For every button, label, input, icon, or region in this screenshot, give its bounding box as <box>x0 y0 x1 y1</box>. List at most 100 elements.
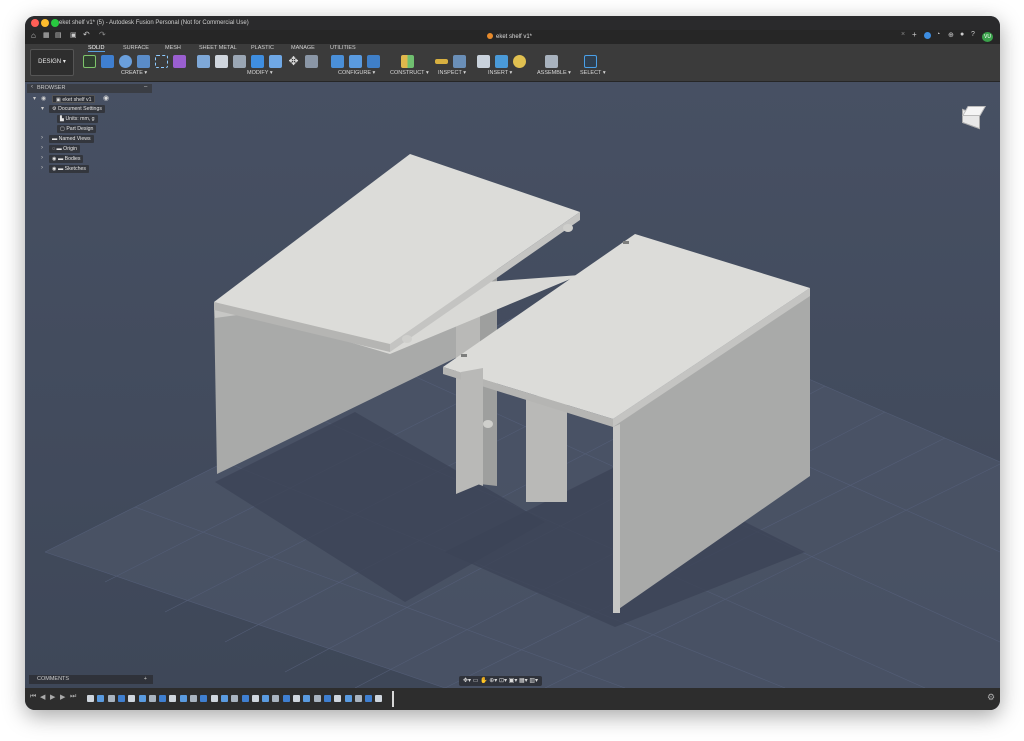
expand-bodies-icon[interactable]: › <box>41 155 43 161</box>
configure-menu[interactable]: CONFIGURE ▾ <box>338 70 375 76</box>
timeline-feature-icon[interactable] <box>107 695 115 702</box>
configure-rule-icon[interactable] <box>349 55 362 68</box>
orbit-icon[interactable]: ✥▾ <box>463 678 471 684</box>
browser-item-sketches[interactable]: ◉ ▬ Sketches <box>49 165 89 173</box>
visibility-eye-icon[interactable]: ◉ <box>41 95 46 102</box>
expand-sketches-icon[interactable]: › <box>41 165 43 171</box>
timeline-feature-icon[interactable] <box>87 695 94 702</box>
shell-icon[interactable] <box>233 55 246 68</box>
minimize-window-button[interactable] <box>41 19 49 27</box>
timeline-feature-icon[interactable] <box>323 695 331 702</box>
browser-panel-header[interactable]: BROWSER <box>27 84 152 93</box>
fit-icon[interactable]: ⊡▾ <box>499 678 507 684</box>
pan-icon[interactable]: ✋ <box>480 678 487 684</box>
tab-solid[interactable]: SOLID <box>88 45 105 52</box>
tab-mesh[interactable]: MESH <box>165 45 181 51</box>
browser-root-node[interactable]: ▣ eket shelf v1 <box>52 95 96 103</box>
configure-table-icon[interactable] <box>331 55 344 68</box>
undo-icon[interactable]: ↶ <box>83 30 90 39</box>
timeline-feature-icon[interactable] <box>272 695 280 702</box>
browser-item-named-views[interactable]: ▬ Named Views <box>49 135 94 143</box>
timeline-feature-icon[interactable] <box>293 695 300 702</box>
browser-item-origin[interactable]: ◌ ▬ Origin <box>49 145 80 153</box>
timeline-feature-icon[interactable] <box>241 695 249 702</box>
active-component-icon[interactable]: ◉ <box>103 94 109 102</box>
timeline-feature-icon[interactable] <box>148 695 156 702</box>
view-cube[interactable] <box>959 104 986 130</box>
extensions-icon[interactable] <box>924 32 931 39</box>
document-tab[interactable]: eket shelf v1* <box>487 32 532 42</box>
timeline-feature-icon[interactable] <box>282 695 290 702</box>
new-component-icon[interactable] <box>545 55 558 68</box>
construct-menu[interactable]: CONSTRUCT ▾ <box>390 70 429 76</box>
timeline-feature-icon[interactable] <box>375 695 383 702</box>
offset-plane-icon[interactable] <box>401 55 414 68</box>
create-menu[interactable]: CREATE ▾ <box>121 70 147 76</box>
pattern-icon[interactable] <box>155 55 168 68</box>
insert-derive-icon[interactable] <box>477 55 490 68</box>
network-icon[interactable]: ⊕ <box>948 31 954 39</box>
revolve-icon[interactable] <box>119 55 132 68</box>
redo-icon[interactable]: ↷ <box>99 30 106 39</box>
align-icon[interactable] <box>305 55 318 68</box>
timeline-end-icon[interactable]: ⏭ <box>70 693 76 701</box>
grid-menu-icon[interactable]: ▦ <box>43 31 50 39</box>
file-menu-icon[interactable]: ▤ <box>55 31 62 39</box>
timeline-feature-icon[interactable] <box>220 695 228 702</box>
timeline-feature-icon[interactable] <box>179 695 187 702</box>
notifications-icon[interactable]: ● <box>960 31 964 38</box>
tab-plastic[interactable]: PLASTIC <box>251 45 274 51</box>
expand-origin-icon[interactable]: › <box>41 145 43 151</box>
tab-sheet-metal[interactable]: SHEET METAL <box>199 45 237 51</box>
insert-mesh-icon[interactable] <box>513 55 526 68</box>
timeline-feature-icon[interactable] <box>313 695 321 702</box>
workspace-switcher[interactable]: DESIGN ▾ <box>30 49 74 76</box>
timeline-feature-icon[interactable] <box>231 695 239 702</box>
expand-root-icon[interactable]: ▾ <box>33 95 36 102</box>
job-status-icon[interactable]: ◔ <box>936 31 940 38</box>
timeline-feature-icon[interactable] <box>138 695 146 702</box>
timeline-marker[interactable] <box>392 691 394 707</box>
browser-item-document-settings[interactable]: ⚙ Document Settings <box>49 105 105 113</box>
select-icon[interactable] <box>584 55 597 68</box>
insert-canvas-icon[interactable] <box>495 55 508 68</box>
browser-item-part-design[interactable]: ▢ Part Design <box>57 125 97 133</box>
canvas-viewport[interactable] <box>25 82 1000 688</box>
configure-theme-icon[interactable] <box>367 55 380 68</box>
press-pull-icon[interactable] <box>197 55 210 68</box>
close-tab-icon[interactable]: × <box>901 31 905 38</box>
extrude-icon[interactable] <box>101 55 114 68</box>
assemble-menu[interactable]: ASSEMBLE ▾ <box>537 70 571 76</box>
create-form-icon[interactable] <box>173 55 186 68</box>
create-sketch-icon[interactable] <box>83 55 96 68</box>
browser-item-bodies[interactable]: ◉ ▬ Bodies <box>49 155 84 163</box>
timeline-feature-icon[interactable] <box>334 695 342 702</box>
hole-icon[interactable] <box>137 55 150 68</box>
inspect-menu[interactable]: INSPECT ▾ <box>438 70 466 76</box>
timeline-feature-icon[interactable] <box>354 695 362 702</box>
add-comment-icon[interactable]: + <box>144 675 147 684</box>
timeline-back-icon[interactable]: ◀ <box>40 693 45 701</box>
section-analysis-icon[interactable] <box>453 55 466 68</box>
timeline-settings-icon[interactable]: ⚙ <box>987 692 995 703</box>
comments-panel[interactable]: COMMENTS + <box>29 675 153 684</box>
timeline-feature-icon[interactable] <box>344 695 352 702</box>
measure-icon[interactable] <box>435 59 448 64</box>
timeline-feature-icon[interactable] <box>117 695 125 702</box>
offset-face-icon[interactable] <box>269 55 282 68</box>
timeline-feature-icon[interactable] <box>169 695 177 702</box>
timeline-feature-icon[interactable] <box>200 695 208 702</box>
new-tab-icon[interactable]: + <box>912 30 917 39</box>
browser-options-icon[interactable]: – <box>144 84 147 90</box>
tab-surface[interactable]: SURFACE <box>123 45 149 51</box>
timeline-feature-icon[interactable] <box>303 695 311 702</box>
timeline-play-icon[interactable]: ▶ <box>50 693 55 701</box>
zoom-window-button[interactable] <box>51 19 59 27</box>
timeline-start-icon[interactable]: ⏮ <box>30 693 36 701</box>
user-avatar[interactable]: VU <box>982 32 993 42</box>
expand-document-settings-icon[interactable]: ▾ <box>41 105 44 112</box>
tab-utilities[interactable]: UTILITIES <box>330 45 356 51</box>
zoom-icon[interactable]: ⊕▾ <box>489 678 497 684</box>
display-settings-icon[interactable]: ▣▾ <box>509 678 518 684</box>
timeline-feature-icon[interactable] <box>365 695 373 702</box>
